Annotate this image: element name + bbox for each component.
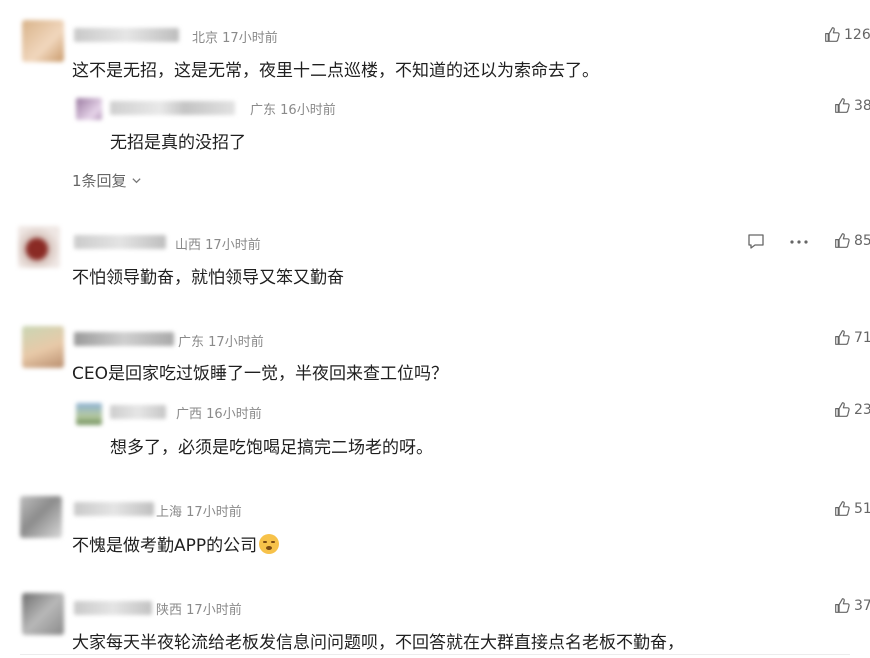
thumbs-up-icon (835, 501, 850, 516)
comment-text: 不愧是做考勤APP的公司 (72, 531, 280, 556)
like-count: 71 (854, 329, 870, 346)
location: 广东 (178, 335, 205, 350)
reply-text: 无招是真的没招了 (110, 133, 246, 153)
location: 山西 (175, 238, 202, 253)
like-button[interactable]: 71 (834, 329, 870, 346)
avatar[interactable] (22, 20, 64, 62)
username[interactable] (74, 332, 174, 346)
thumbs-up-icon (835, 98, 850, 113)
comment-meta: 北京 17小时前 (192, 27, 278, 46)
comment-text: 不怕领导勤奋，就怕领导又笨又勤奋 (72, 268, 344, 288)
avatar[interactable] (22, 593, 64, 635)
comment-text: 大家每天半夜轮流给老板发信息问问题呗，不回答就在大群直接点名老板不勤奋， (72, 633, 684, 653)
location: 陕西 (156, 603, 183, 618)
like-button[interactable]: 126 (824, 26, 870, 43)
comment-icon (748, 234, 764, 249)
like-count: 126 (844, 26, 870, 43)
relieved-face-emoji (259, 534, 280, 554)
location: 广东 (250, 103, 277, 118)
location: 广西 (176, 407, 203, 422)
timestamp: 17小时前 (208, 335, 264, 350)
timestamp: 17小时前 (222, 31, 278, 46)
view-replies-button[interactable]: 1条回复 (72, 170, 142, 191)
reply-username[interactable] (110, 405, 166, 419)
reply-button[interactable] (747, 233, 765, 250)
more-icon (790, 240, 808, 244)
username[interactable] (74, 28, 179, 42)
timestamp: 16小时前 (206, 407, 262, 422)
reply-username[interactable] (110, 101, 235, 115)
thumbs-up-icon (825, 27, 840, 42)
comment-text: CEO是回家吃过饭睡了一觉，半夜回来查工位吗？ (72, 364, 448, 384)
like-button[interactable]: 38 (834, 97, 870, 114)
comment-meta: 陕西 17小时前 (156, 599, 242, 618)
like-count: 37 (854, 597, 870, 614)
like-count: 23 (854, 401, 870, 418)
like-count: 85 (854, 232, 870, 249)
like-button[interactable]: 37 (834, 597, 870, 614)
like-button[interactable]: 51 (834, 500, 870, 517)
like-button[interactable]: 23 (834, 401, 870, 418)
comment-text: 这不是无招，这是无常，夜里十二点巡楼，不知道的还以为索命去了。 (72, 61, 599, 81)
timestamp: 17小时前 (186, 603, 242, 618)
reply-meta: 广西 16小时前 (176, 403, 262, 422)
reply-avatar[interactable] (76, 403, 102, 425)
comment-text-content: 不愧是做考勤APP的公司 (72, 536, 258, 556)
comment-meta: 广东 17小时前 (178, 331, 264, 350)
reply-meta: 广东 16小时前 (250, 99, 336, 118)
thumbs-up-icon (835, 233, 850, 248)
username[interactable] (74, 601, 152, 615)
avatar[interactable] (20, 496, 62, 538)
username[interactable] (74, 502, 154, 516)
like-button[interactable]: 85 (834, 232, 870, 249)
more-options-button[interactable] (789, 239, 809, 245)
thumbs-up-icon (835, 598, 850, 613)
reply-avatar[interactable] (76, 98, 102, 120)
timestamp: 17小时前 (186, 505, 242, 520)
comment-meta: 山西 17小时前 (175, 234, 261, 253)
thumbs-up-icon (835, 330, 850, 345)
location: 上海 (156, 505, 183, 520)
username[interactable] (74, 235, 166, 249)
thumbs-up-icon (835, 402, 850, 417)
divider (20, 654, 850, 655)
avatar[interactable] (22, 326, 64, 368)
avatar[interactable] (18, 226, 60, 268)
timestamp: 16小时前 (280, 103, 336, 118)
location: 北京 (192, 31, 219, 46)
replies-label: 1条回复 (72, 172, 127, 190)
reply-text: 想多了，必须是吃饱喝足搞完二场老的呀。 (110, 438, 433, 458)
comment-meta: 上海 17小时前 (156, 501, 242, 520)
timestamp: 17小时前 (205, 238, 261, 253)
like-count: 51 (854, 500, 870, 517)
like-count: 38 (854, 97, 870, 114)
chevron-down-icon (131, 178, 141, 184)
